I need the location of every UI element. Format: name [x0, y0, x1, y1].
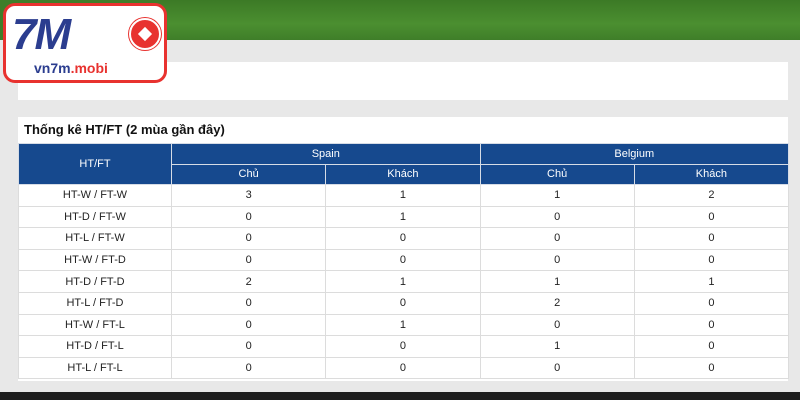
cell-value: 0: [170, 356, 327, 380]
cell-value: 1: [479, 184, 635, 207]
column-header-spain-home: Chủ: [170, 163, 327, 185]
row-label: HT-W / FT-D: [18, 248, 172, 272]
table-row: HT-D / FT-D 2 1 1 1: [18, 270, 790, 293]
logo-mark: 7M: [12, 10, 71, 59]
cell-value: 2: [633, 184, 790, 207]
cell-value: 0: [170, 227, 327, 250]
cell-value: 1: [325, 313, 481, 337]
row-label: HT-D / FT-W: [18, 205, 172, 229]
row-label: HT-W / FT-W: [18, 184, 172, 207]
table-row: HT-L / FT-W 0 0 0 0: [18, 227, 790, 250]
table-row: HT-L / FT-L 0 0 0 0: [18, 356, 790, 380]
row-label: HT-L / FT-W: [18, 227, 172, 250]
cell-value: 0: [479, 248, 635, 272]
cell-value: 2: [170, 270, 327, 293]
cell-value: 0: [170, 335, 327, 358]
table-row: HT-W / FT-D 0 0 0 0: [18, 248, 790, 272]
cell-value: 0: [633, 227, 790, 250]
table-row: HT-D / FT-L 0 0 1 0: [18, 335, 790, 358]
cell-value: 0: [170, 205, 327, 229]
team-header-spain: Spain: [171, 143, 481, 165]
logo-domain: vn7m.mobi: [34, 60, 108, 76]
cell-value: 0: [479, 313, 635, 337]
bottom-bar: [0, 392, 800, 400]
table-row: HT-L / FT-D 0 0 2 0: [18, 291, 790, 315]
column-header-spain-away: Khách: [325, 163, 481, 185]
table-row: HT-W / FT-L 0 1 0 0: [18, 313, 790, 337]
htft-stats-panel: Thống kê HT/FT (2 mùa gần đây) HT/FT Spa…: [18, 117, 790, 381]
cell-value: 0: [633, 335, 790, 358]
cell-value: 0: [325, 248, 481, 272]
cell-value: 0: [170, 248, 327, 272]
cell-value: 3: [170, 184, 327, 207]
cell-value: 1: [325, 205, 481, 229]
cell-value: 0: [633, 205, 790, 229]
panel-title: Thống kê HT/FT (2 mùa gần đây): [24, 122, 225, 137]
cell-value: 0: [479, 205, 635, 229]
soccer-ball-icon: [129, 18, 161, 50]
cell-value: 0: [479, 227, 635, 250]
cell-value: 0: [479, 356, 635, 380]
cell-value: 0: [325, 291, 481, 315]
cell-value: 0: [633, 313, 790, 337]
row-label: HT-W / FT-L: [18, 313, 172, 337]
cell-value: 1: [633, 270, 790, 293]
cell-value: 0: [170, 291, 327, 315]
column-header-belgium-away: Khách: [633, 163, 790, 185]
cell-value: 1: [479, 335, 635, 358]
site-logo[interactable]: 7M vn7m.mobi: [3, 3, 167, 83]
cell-value: 0: [633, 356, 790, 380]
cell-value: 0: [170, 313, 327, 337]
cell-value: 2: [479, 291, 635, 315]
row-label: HT-L / FT-D: [18, 291, 172, 315]
top-banner-image: [160, 0, 800, 40]
cell-value: 0: [325, 227, 481, 250]
htft-stats-table: HT/FT Spain Belgium Chủ Khách Chủ Khách …: [18, 143, 790, 380]
cell-value: 0: [325, 335, 481, 358]
table-row: HT-D / FT-W 0 1 0 0: [18, 205, 790, 229]
table-row: HT-W / FT-W 3 1 1 2: [18, 184, 790, 207]
cell-value: 0: [633, 248, 790, 272]
cell-value: 1: [479, 270, 635, 293]
column-header-htft: HT/FT: [18, 143, 172, 185]
cell-value: 1: [325, 270, 481, 293]
cell-value: 1: [325, 184, 481, 207]
row-label: HT-D / FT-D: [18, 270, 172, 293]
row-label: HT-L / FT-L: [18, 356, 172, 380]
cell-value: 0: [633, 291, 790, 315]
column-header-belgium-home: Chủ: [479, 163, 635, 185]
cell-value: 0: [325, 356, 481, 380]
row-label: HT-D / FT-L: [18, 335, 172, 358]
team-header-belgium: Belgium: [479, 143, 790, 165]
